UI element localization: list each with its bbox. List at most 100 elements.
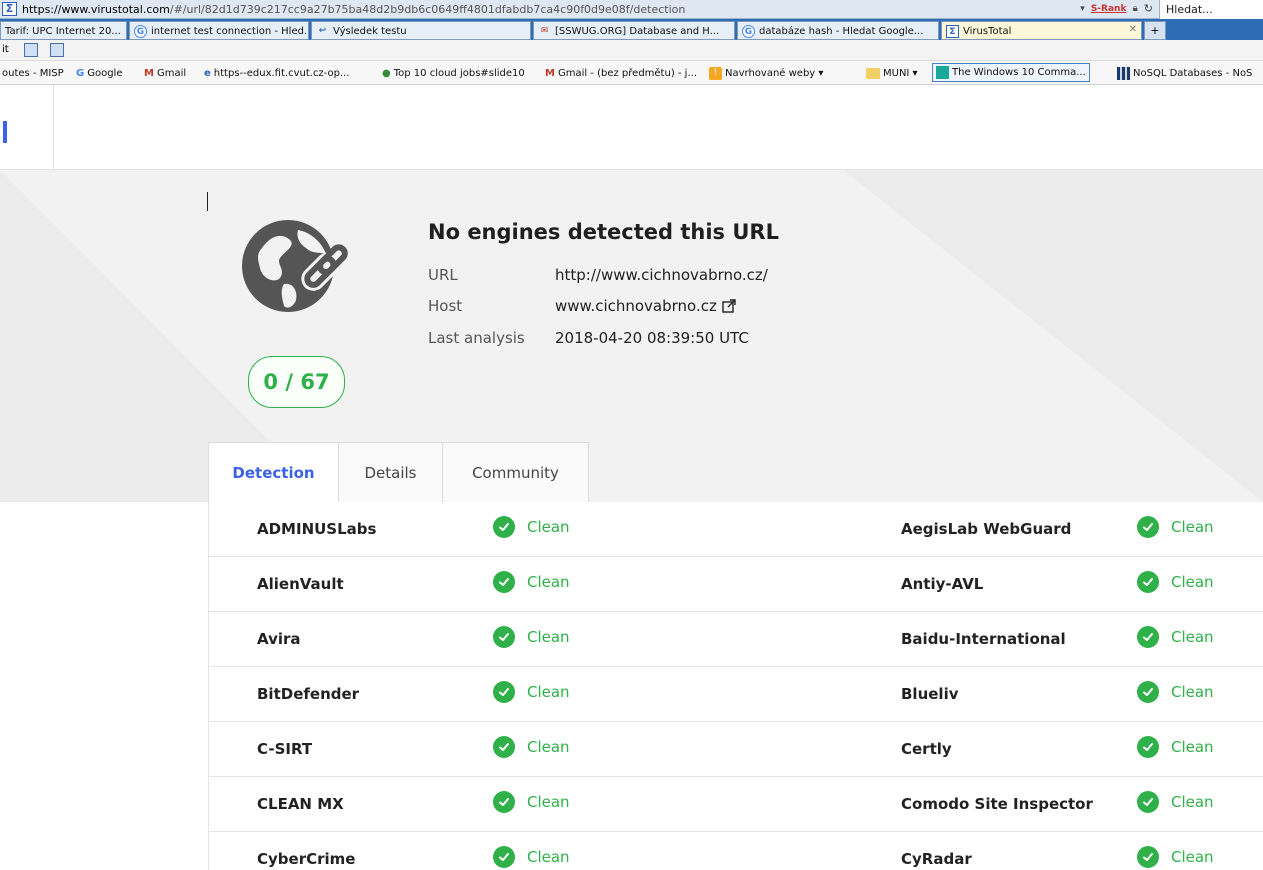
engine-status: Clean	[1137, 626, 1214, 648]
address-scheme: https://	[22, 3, 62, 16]
address-host: www.virustotal.com	[61, 3, 170, 16]
address-tools: ▾ S-Rank 🔒︎ ↻	[1080, 2, 1153, 15]
engine-name: C-SIRT	[257, 740, 313, 758]
engine-name: AlienVault	[257, 575, 344, 593]
address-dropdown-icon[interactable]: ▾	[1080, 4, 1085, 14]
check-circle-icon	[493, 626, 515, 648]
favorite-item[interactable]: M Gmail	[144, 65, 186, 81]
result-row: CLEAN MX Clean Comodo Site Inspector Clean	[209, 777, 1263, 832]
check-circle-icon	[1137, 736, 1159, 758]
engine-name: Antiy-AVL	[901, 575, 984, 593]
host-value[interactable]: www.cichnovabrno.cz	[555, 297, 717, 315]
engine-status: Clean	[493, 571, 570, 593]
result-row: CyberCrime Clean CyRadar Clean	[209, 832, 1263, 870]
favorite-label: outes - MISP	[2, 67, 64, 79]
browser-tab[interactable]: Tarif: UPC Internet 20...	[0, 21, 127, 40]
check-circle-icon	[1137, 791, 1159, 813]
engine-name: CLEAN MX	[257, 795, 344, 813]
favorite-item[interactable]: ● Top 10 cloud jobs#slide10	[382, 65, 525, 81]
result-row: ADMINUSLabs Clean AegisLab WebGuard Clean	[209, 502, 1263, 557]
close-tab-icon[interactable]: ✕	[1129, 24, 1137, 35]
summary-title: No engines detected this URL	[428, 220, 779, 244]
favorite-label: NoSQL Databases - NoS	[1133, 67, 1253, 79]
folder-icon	[866, 67, 880, 79]
favorite-item[interactable]: G Google	[76, 65, 122, 81]
suggested-sites-icon: !	[709, 66, 722, 80]
browser-tab-bar: Tarif: UPC Internet 20... Ginternet test…	[0, 19, 1263, 40]
favorite-suggested-sites[interactable]: ! Navrhované weby ▾	[709, 65, 823, 81]
address-bar[interactable]: Σ https://www.virustotal.com/#/url/82d1d…	[0, 0, 1263, 19]
nosql-icon	[1117, 66, 1130, 80]
favorite-folder-muni[interactable]: MUNI ▾	[866, 65, 918, 81]
vt-logo[interactable]	[0, 85, 54, 169]
info-label: Last analysis	[428, 329, 525, 347]
vt-logo-mark	[3, 121, 7, 143]
browser-search-box[interactable]: Hledat...	[1159, 0, 1263, 19]
engine-status: Clean	[1137, 791, 1214, 813]
favorite-item[interactable]: outes - MISP	[2, 65, 64, 81]
page: Σ https://www.virustotal.com/#/url/82d1d…	[0, 0, 1263, 870]
virustotal-favicon-icon: Σ	[2, 2, 17, 16]
favorite-label: MUNI ▾	[883, 67, 918, 79]
engine-status: Clean	[493, 791, 570, 813]
toolbar-window-icon[interactable]	[50, 43, 64, 57]
reload-icon[interactable]: ↻	[1144, 2, 1153, 15]
lock-icon[interactable]: 🔒︎	[1132, 3, 1137, 14]
engine-status: Clean	[1137, 571, 1214, 593]
text-cursor	[207, 192, 208, 211]
favorite-item[interactable]: The Windows 10 Comma...	[932, 63, 1090, 82]
info-label: URL	[428, 266, 458, 284]
virustotal-icon: Σ	[946, 25, 959, 38]
globe-link-icon	[242, 220, 348, 312]
engine-name: Comodo Site Inspector	[901, 795, 1093, 813]
info-value[interactable]: www.cichnovabrno.cz	[555, 297, 736, 315]
status-label: Clean	[527, 793, 570, 811]
status-label: Clean	[527, 738, 570, 756]
check-circle-icon	[493, 736, 515, 758]
browser-tab[interactable]: Gdatabáze hash - Hledat Google...	[737, 21, 939, 40]
info-value: 2018-04-20 08:39:50 UTC	[555, 329, 749, 347]
status-label: Clean	[527, 683, 570, 701]
google-icon: G	[76, 67, 85, 79]
check-circle-icon	[493, 681, 515, 703]
browser-tab-active[interactable]: Σ VirusTotal ✕	[941, 21, 1142, 40]
browser-tab[interactable]: ✉ [SSWUG.ORG] Database and H...	[533, 21, 735, 40]
favorite-item[interactable]: M Gmail - (bez předmětu) - j...	[545, 65, 697, 81]
back-arrow-icon: ↩	[318, 26, 327, 36]
engine-status: Clean	[1137, 681, 1214, 703]
toolbar-app-icon[interactable]	[24, 43, 38, 57]
tab-community[interactable]: Community	[443, 442, 589, 502]
engine-status: Clean	[1137, 736, 1214, 758]
status-label: Clean	[527, 628, 570, 646]
result-tabs: Detection Details Community	[208, 442, 589, 503]
result-row: BitDefender Clean Blueliv Clean	[209, 667, 1263, 722]
favorite-label: The Windows 10 Comma...	[952, 67, 1086, 78]
address-url[interactable]: https://www.virustotal.com/#/url/82d1d73…	[22, 3, 685, 16]
tab-details[interactable]: Details	[339, 442, 443, 502]
browser-tab[interactable]: ↩ Výsledek testu	[311, 21, 531, 40]
toolbar-row: it	[0, 40, 1263, 61]
info-label: Host	[428, 297, 463, 315]
favorite-label: Top 10 cloud jobs#slide10	[393, 67, 525, 79]
check-circle-icon	[1137, 571, 1159, 593]
s-rank-badge[interactable]: S-Rank	[1091, 4, 1127, 14]
mail-icon: ✉	[540, 26, 549, 36]
vt-header	[0, 85, 1263, 235]
engine-status: Clean	[1137, 846, 1214, 868]
new-tab-button[interactable]: +	[1144, 21, 1166, 40]
browser-tab[interactable]: Ginternet test connection - Hled...	[129, 21, 309, 40]
engine-name: BitDefender	[257, 685, 360, 703]
gmail-icon: M	[545, 67, 555, 79]
status-label: Clean	[1171, 738, 1214, 756]
check-circle-icon	[493, 516, 515, 538]
favorites-bar: outes - MISP G Google M Gmail e https--edux…	[0, 61, 1263, 85]
engine-status: Clean	[493, 681, 570, 703]
external-link-icon[interactable]	[722, 299, 736, 313]
tab-detection[interactable]: Detection	[208, 442, 339, 503]
globe-icon: ●	[382, 67, 391, 79]
favorite-item[interactable]: NoSQL Databases - NoS	[1117, 65, 1252, 81]
page-icon	[936, 66, 949, 79]
url-value: http://www.cichnovabrno.cz/	[555, 266, 768, 284]
favorite-item[interactable]: e https--edux.fit.cvut.cz-op...	[204, 65, 349, 81]
status-label: Clean	[1171, 793, 1214, 811]
